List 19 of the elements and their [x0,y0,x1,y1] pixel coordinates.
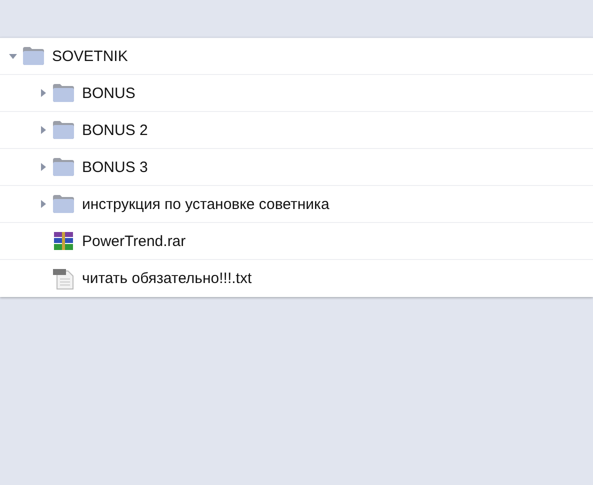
folder-icon [22,46,45,66]
folder-name[interactable]: SOVETNIK [52,48,128,64]
folder-icon [52,120,75,140]
folder-icon [52,83,75,103]
caret-right-icon[interactable] [38,88,48,98]
archive-icon [52,231,75,251]
folder-icon [52,157,75,177]
folder-name[interactable]: BONUS 3 [82,158,148,176]
folder-name[interactable]: инструкция по установке советника [82,196,330,212]
folder-name[interactable]: BONUS [82,84,136,102]
text-file-icon [52,268,75,290]
caret-right-icon[interactable] [38,199,48,209]
folder-name[interactable]: BONUS 2 [82,122,148,138]
folder-icon [52,194,75,214]
caret-right-icon[interactable] [38,162,48,172]
file-name[interactable]: PowerTrend.rar [82,232,186,250]
file-name[interactable]: читать обязательно!!!.txt [82,270,252,287]
caret-right-icon[interactable] [38,125,48,135]
caret-down-icon[interactable] [8,51,18,61]
